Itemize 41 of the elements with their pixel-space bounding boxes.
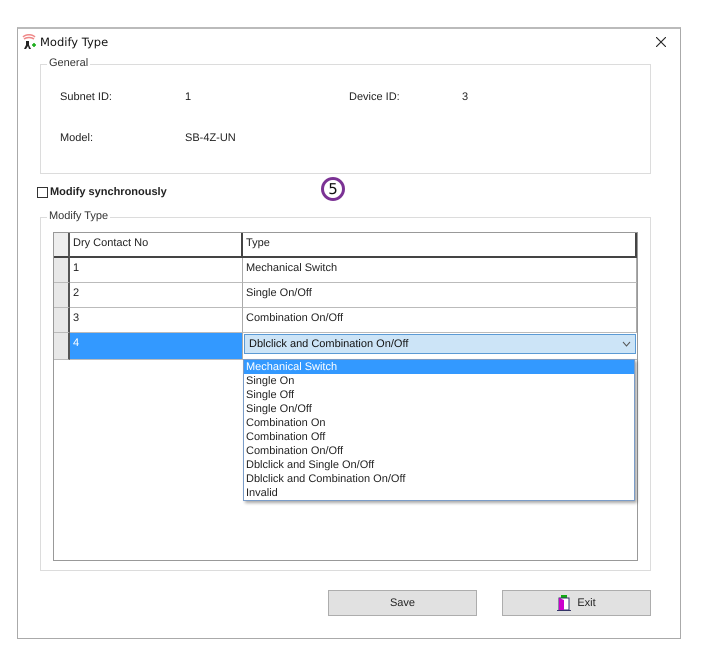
- table-cell: Mechanical Switch: [243, 258, 637, 283]
- close-icon: [656, 37, 666, 47]
- window-title: Modify Type: [40, 35, 110, 49]
- step-badge: 5: [321, 177, 345, 201]
- field-label: Subnet ID:: [60, 91, 113, 105]
- chevron-down-icon: [622, 341, 631, 347]
- dropdown-option[interactable]: Invalid: [244, 486, 634, 500]
- door-icon: [557, 595, 572, 611]
- app-icon: [21, 34, 37, 50]
- table-cell: 2: [70, 283, 243, 308]
- exit-button[interactable]: Exit: [502, 590, 651, 616]
- table-cell: 1: [70, 258, 243, 283]
- dropdown-option[interactable]: Dblclick and Combination On/Off: [244, 472, 634, 486]
- dropdown-option[interactable]: Single On: [244, 374, 634, 388]
- field-value: 3: [462, 91, 470, 105]
- table-cell: Single On/Off: [243, 283, 637, 308]
- row-header[interactable]: [54, 283, 70, 308]
- dropdown-option[interactable]: Combination Off: [244, 430, 634, 444]
- dropdown-option[interactable]: Combination On/Off: [244, 444, 634, 458]
- dropdown-option[interactable]: Single Off: [244, 388, 634, 402]
- row-header[interactable]: [54, 258, 70, 283]
- checkbox[interactable]: [37, 186, 48, 198]
- group-title: General: [47, 57, 90, 69]
- field-label: Device ID:: [349, 91, 401, 105]
- field-value: 1: [185, 91, 192, 105]
- dropdown-option[interactable]: Single On/Off: [244, 402, 634, 416]
- group-title: Modify Type: [47, 210, 110, 222]
- field-label: Model:: [60, 132, 94, 146]
- dropdown-option[interactable]: Dblclick and Single On/Off: [244, 458, 634, 472]
- save-button[interactable]: Save: [328, 590, 477, 616]
- dropdown-option[interactable]: Combination On: [244, 416, 634, 430]
- row-header[interactable]: [54, 333, 70, 360]
- table-cell: Combination On/Off: [243, 308, 637, 333]
- corner-header[interactable]: [54, 233, 70, 258]
- type-dropdown[interactable]: Dblclick and Combination On/Off: [244, 334, 636, 354]
- table-cell: 4: [70, 333, 243, 360]
- row-header[interactable]: [54, 308, 70, 333]
- field-value: SB-4Z-UN: [185, 132, 237, 146]
- checkbox-label: Modify synchronously: [50, 186, 167, 198]
- column-header[interactable]: Dry Contact No: [70, 233, 243, 258]
- column-header[interactable]: Type: [243, 233, 637, 258]
